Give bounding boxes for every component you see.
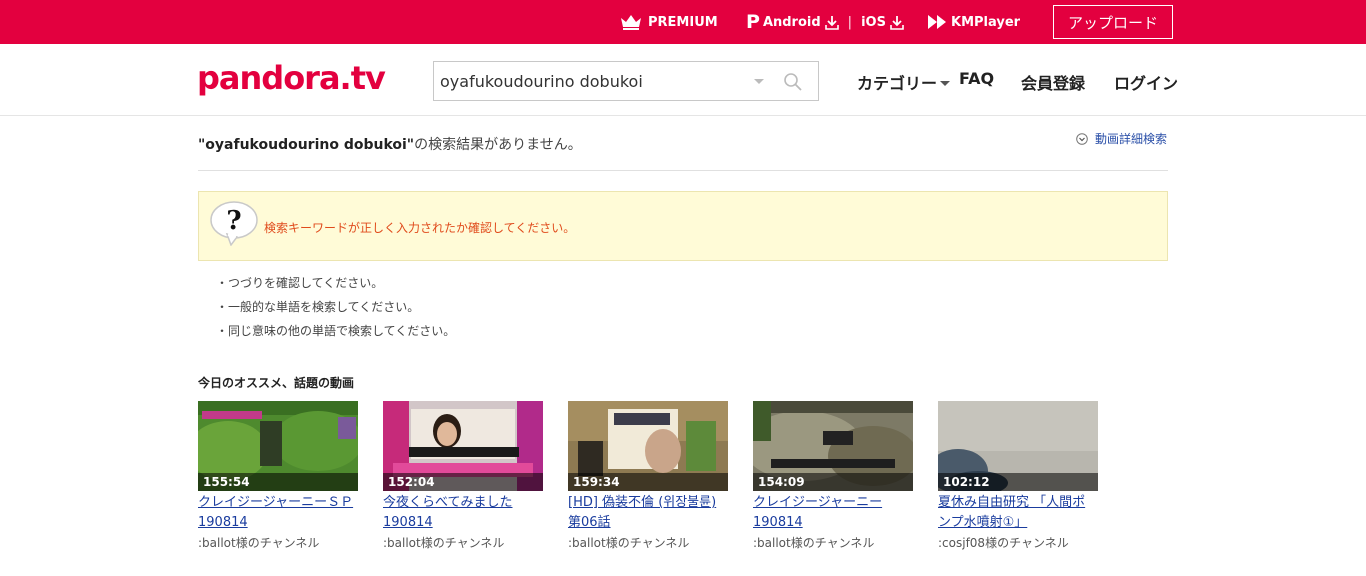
- pandora-p-icon: P: [746, 11, 760, 33]
- video-channel[interactable]: :cosjf08様のチャンネル: [938, 534, 1098, 551]
- kmplayer-label: KMPlayer: [951, 14, 1021, 30]
- question-bubble-icon: ?: [210, 201, 258, 246]
- advanced-search-label: 動画詳細検索: [1095, 132, 1168, 146]
- video-card: 152:04 今夜くらべてみました 190814 :ballot様のチャンネル: [383, 401, 543, 551]
- tip-item: ・同じ意味の他の単語で検索してください。: [216, 324, 456, 338]
- video-title[interactable]: クレイジージャーニー 190814: [753, 493, 913, 533]
- app-download-links: P Android | iOS: [746, 0, 904, 44]
- video-card: 159:34 [HD] 偽装不倫 (위장불륜) 第06話 :ballot様のチャ…: [568, 401, 728, 551]
- download-icon[interactable]: [824, 15, 839, 30]
- download-icon[interactable]: [890, 15, 904, 30]
- svg-text:?: ?: [226, 206, 241, 236]
- top-bar: PREMIUM P Android | iOS KMPlayer アップロード: [0, 0, 1366, 44]
- search-icon[interactable]: [783, 72, 803, 92]
- kmplayer-logo-icon: [928, 15, 946, 29]
- tip-item: ・一般的な単語を検索してください。: [216, 300, 420, 314]
- video-title-line1: クレイジージャーニー: [753, 495, 883, 510]
- video-title-line1: 今夜くらべてみました: [383, 495, 513, 510]
- video-channel[interactable]: :ballot様のチャンネル: [383, 534, 543, 551]
- search-input[interactable]: [440, 62, 740, 100]
- video-card: 102:12 夏休み自由研究 「人間ポ ンプ水噴射①」 :cosjf08様のチャ…: [938, 401, 1098, 551]
- video-channel[interactable]: :ballot様のチャンネル: [753, 534, 913, 551]
- video-title[interactable]: クレイジージャーニーＳＰ 190814: [198, 493, 358, 533]
- video-channel[interactable]: :ballot様のチャンネル: [568, 534, 728, 551]
- video-title[interactable]: 夏休み自由研究 「人間ポ ンプ水噴射①」: [938, 493, 1098, 533]
- kmplayer-link[interactable]: KMPlayer: [928, 0, 1020, 44]
- premium-link[interactable]: PREMIUM: [620, 0, 718, 44]
- chevron-down-circle-icon: [1076, 132, 1088, 145]
- advanced-search-link[interactable]: 動画詳細検索: [1076, 130, 1167, 147]
- video-duration: 155:54: [198, 473, 358, 491]
- ios-link[interactable]: iOS: [861, 15, 886, 30]
- video-title-line1: [HD] 偽装不倫 (위장불륜): [568, 495, 717, 510]
- video-title-line2: 190814: [383, 515, 433, 530]
- video-card: 154:09 クレイジージャーニー 190814 :ballot様のチャンネル: [753, 401, 913, 551]
- video-title-line2: 190814: [198, 515, 248, 530]
- video-thumbnail[interactable]: 102:12: [938, 401, 1098, 491]
- tip-item: ・つづりを確認してください。: [216, 276, 384, 290]
- video-title-line2: ンプ水噴射①」: [938, 515, 1028, 530]
- video-duration: 152:04: [383, 473, 543, 491]
- tips-list: ・つづりを確認してください。 ・一般的な単語を検索してください。 ・同じ意味の他…: [216, 275, 455, 347]
- nav-signup[interactable]: 会員登録: [1021, 70, 1085, 94]
- search-query: "oyafukoudourino dobukoi": [198, 137, 415, 153]
- header: pandora.tv カテゴリー FAQ 会員登録 ログイン: [0, 44, 1366, 116]
- video-title-line1: 夏休み自由研究 「人間ポ: [938, 495, 1086, 510]
- notice-text: 検索キーワードが正しく入力されたか確認してください。: [264, 221, 576, 235]
- video-title-line2: 190814: [753, 515, 803, 530]
- premium-label: PREMIUM: [648, 14, 718, 30]
- video-title-line2: 第06話: [568, 515, 611, 530]
- video-duration: 154:09: [753, 473, 913, 491]
- video-card: 155:54 クレイジージャーニーＳＰ 190814 :ballot様のチャンネ…: [198, 401, 358, 551]
- video-thumbnail[interactable]: 159:34: [568, 401, 728, 491]
- video-channel[interactable]: :ballot様のチャンネル: [198, 534, 358, 551]
- chevron-down-icon: [940, 81, 951, 86]
- upload-button[interactable]: アップロード: [1053, 5, 1173, 39]
- nav-category-label: カテゴリー: [857, 74, 938, 93]
- divider: [198, 170, 1168, 171]
- video-thumbnail[interactable]: 152:04: [383, 401, 543, 491]
- video-thumbnail[interactable]: 155:54: [198, 401, 358, 491]
- android-link[interactable]: Android: [763, 15, 821, 30]
- crown-icon: [621, 15, 641, 30]
- video-title[interactable]: 今夜くらべてみました 190814: [383, 493, 543, 533]
- video-duration: 102:12: [938, 473, 1098, 491]
- nav-login[interactable]: ログイン: [1114, 70, 1178, 94]
- logo[interactable]: pandora.tv: [197, 59, 386, 97]
- no-result-suffix: の検索結果がありません。: [414, 137, 582, 153]
- no-result-message: "oyafukoudourino dobukoi"の検索結果がありません。: [198, 134, 582, 154]
- search-box: [433, 61, 819, 101]
- video-duration: 159:34: [568, 473, 728, 491]
- video-title[interactable]: [HD] 偽装不倫 (위장불륜) 第06話: [568, 493, 728, 533]
- chevron-down-icon[interactable]: [754, 79, 764, 84]
- separator: |: [847, 14, 853, 30]
- nav-category[interactable]: カテゴリー: [857, 70, 951, 94]
- nav-faq[interactable]: FAQ: [959, 69, 994, 88]
- video-thumbnail[interactable]: 154:09: [753, 401, 913, 491]
- recommend-title: 今日のオススメ、話題の動画: [198, 376, 355, 390]
- notice-box: ? 検索キーワードが正しく入力されたか確認してください。: [198, 191, 1168, 261]
- video-title-line1: クレイジージャーニーＳＰ: [198, 495, 354, 510]
